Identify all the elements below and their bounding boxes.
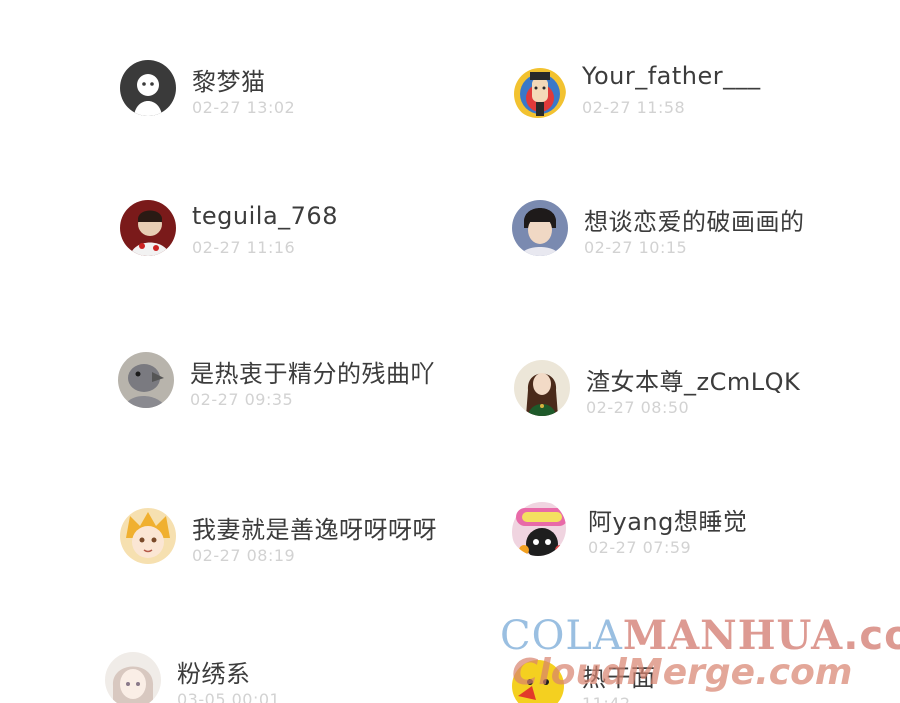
- timestamp: 02-27 11:16: [192, 238, 296, 257]
- ghost-avatar-icon[interactable]: [120, 60, 176, 116]
- username[interactable]: teguila_768: [192, 202, 338, 230]
- anime-avatar[interactable]: [105, 652, 161, 703]
- timestamp: 02-27 07:59: [588, 538, 692, 557]
- timestamp: 11:42: [582, 694, 631, 703]
- timestamp: 02-27 11:58: [582, 98, 686, 117]
- username[interactable]: 粉绣系: [177, 654, 251, 689]
- username[interactable]: 阿yang想睡觉: [588, 502, 747, 537]
- timestamp: 02-27 13:02: [192, 98, 296, 117]
- commenter-list: 黎梦猫 02-27 13:02 Your_father___ 02-27 11:…: [0, 0, 900, 703]
- timestamp: 02-27 09:35: [190, 390, 294, 409]
- photo-avatar[interactable]: [118, 352, 174, 408]
- timestamp: 02-27 08:50: [586, 398, 690, 417]
- timestamp: 02-27 08:19: [192, 546, 296, 565]
- username[interactable]: 渣女本尊_zCmLQK: [586, 362, 800, 397]
- watermark-secondary: CloudMerge.com: [512, 652, 853, 693]
- username[interactable]: 我妻就是善逸呀呀呀呀: [192, 510, 437, 545]
- anime-avatar[interactable]: [120, 508, 176, 564]
- username[interactable]: 是热衷于精分的残曲吖: [190, 354, 435, 389]
- username[interactable]: 黎梦猫: [192, 62, 266, 97]
- photo-avatar[interactable]: [514, 360, 570, 416]
- cartoon-avatar[interactable]: [510, 500, 566, 556]
- cartoon-avatar[interactable]: [510, 62, 566, 118]
- photo-avatar[interactable]: [120, 200, 176, 256]
- timestamp: 03-05 00:01: [177, 690, 281, 703]
- photo-avatar[interactable]: [512, 200, 568, 256]
- timestamp: 02-27 10:15: [584, 238, 688, 257]
- username[interactable]: Your_father___: [582, 62, 761, 90]
- username[interactable]: 想谈恋爱的破画画的: [584, 202, 805, 237]
